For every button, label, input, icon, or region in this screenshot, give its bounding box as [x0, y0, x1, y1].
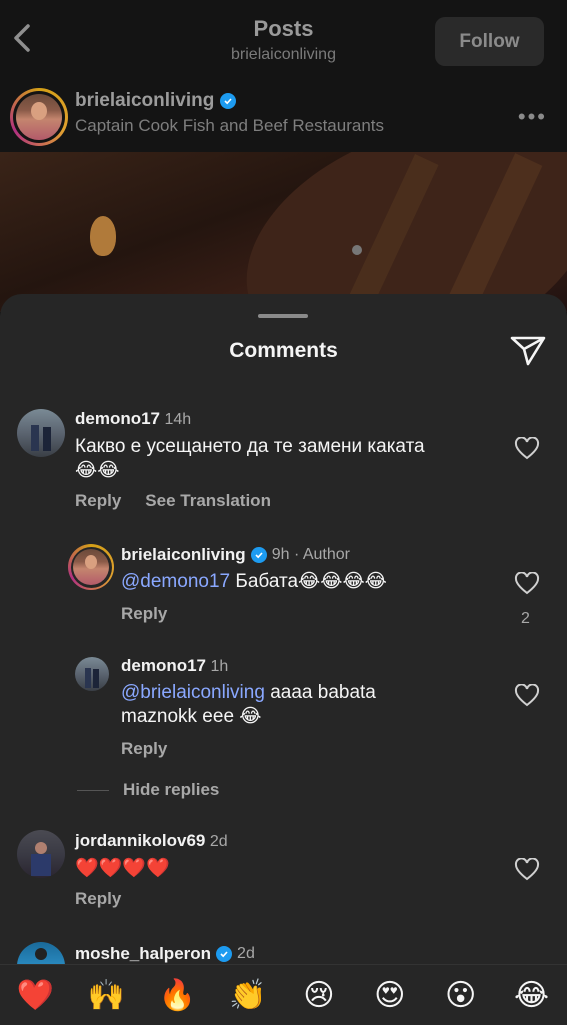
like-heart-icon[interactable]: [514, 858, 540, 882]
reply-button[interactable]: Reply: [121, 739, 167, 759]
reply-username[interactable]: demono17: [121, 656, 206, 675]
emoji-clap-button[interactable]: 👏: [222, 978, 274, 1013]
top-bar: Posts brielaiconliving Follow: [0, 0, 567, 75]
verified-badge-icon: [216, 946, 233, 962]
post-author-row: [0, 74, 567, 152]
comment-item: demono17 14h Какво е усещането да те зам…: [75, 409, 495, 511]
comment-text: ❤️❤️❤️❤️: [75, 858, 170, 879]
more-options-icon[interactable]: •••: [518, 104, 547, 130]
comment-time: 2d: [209, 833, 228, 850]
like-heart-icon[interactable]: [514, 437, 540, 461]
comment-username[interactable]: jordannikolov69: [75, 831, 205, 850]
comment-username[interactable]: moshe_halperon: [75, 944, 211, 964]
see-translation-button[interactable]: See Translation: [145, 491, 271, 511]
verified-badge-icon: [220, 93, 237, 109]
reply-text: @brielaiconliving aaaa babata maznokk ee…: [121, 682, 376, 727]
author-avatar[interactable]: [10, 88, 68, 146]
commenter-avatar[interactable]: [75, 657, 109, 691]
comment-item: moshe_halperon 2d: [75, 944, 495, 964]
post-author-name[interactable]: brielaiconliving: [75, 90, 237, 112]
comment-emoji: 😂😂: [75, 460, 120, 481]
post-image: [0, 152, 567, 312]
emoji-fire-button[interactable]: 🔥: [151, 978, 203, 1013]
verified-badge-icon: [250, 547, 267, 563]
comment-username[interactable]: demono17: [75, 409, 160, 428]
emoji-raised-hands-button[interactable]: 🙌: [80, 978, 132, 1013]
follow-button[interactable]: Follow: [435, 17, 544, 66]
hide-replies-button[interactable]: Hide replies: [123, 780, 219, 800]
reply-username[interactable]: brielaiconliving: [121, 545, 246, 565]
like-heart-icon[interactable]: [514, 684, 540, 708]
hide-replies-line: [77, 790, 109, 791]
comment-time: 14h: [164, 411, 192, 428]
like-heart-icon[interactable]: [514, 572, 540, 596]
comments-title: Comments: [229, 339, 338, 362]
emoji-laughing-button[interactable]: 😂: [506, 978, 558, 1013]
reply-button[interactable]: Reply: [75, 491, 121, 511]
mention-link[interactable]: @demono17: [121, 571, 230, 592]
reply-text: @demono17 Бабата😂😂😂😂: [121, 571, 387, 592]
emoji-quick-bar: ❤️ 🙌 🔥 👏 😢 😍 😮 😂: [0, 964, 567, 1025]
commenter-avatar[interactable]: [17, 409, 65, 457]
reply-button[interactable]: Reply: [75, 889, 121, 909]
comment-text: Какво е усещането да те замени каката 😂😂: [75, 436, 425, 481]
drag-handle[interactable]: [258, 314, 308, 318]
like-count[interactable]: 2: [521, 610, 530, 628]
comment-item: jordannikolov69 2d ❤️❤️❤️❤️ Reply: [75, 831, 495, 909]
emoji-crying-button[interactable]: 😢: [293, 978, 345, 1013]
emoji-surprised-button[interactable]: 😮: [435, 978, 487, 1013]
comment-time: 2d: [237, 945, 255, 962]
share-send-icon[interactable]: [509, 332, 547, 368]
reply-item: brielaiconliving 9h · Author @demono17 Б…: [121, 545, 501, 624]
reply-button[interactable]: Reply: [121, 604, 167, 624]
mention-link[interactable]: @brielaiconliving: [121, 682, 265, 703]
emoji-heart-button[interactable]: ❤️: [9, 978, 61, 1013]
commenter-avatar[interactable]: [17, 830, 65, 878]
reply-time: 1h: [210, 658, 229, 675]
post-location[interactable]: Captain Cook Fish and Beef Restaurants: [75, 116, 384, 136]
author-reply-avatar[interactable]: [68, 544, 114, 590]
reply-item: demono17 1h @brielaiconliving aaaa babat…: [121, 656, 451, 759]
reply-time: 9h · Author: [271, 546, 350, 563]
emoji-heart-eyes-button[interactable]: 😍: [364, 978, 416, 1013]
